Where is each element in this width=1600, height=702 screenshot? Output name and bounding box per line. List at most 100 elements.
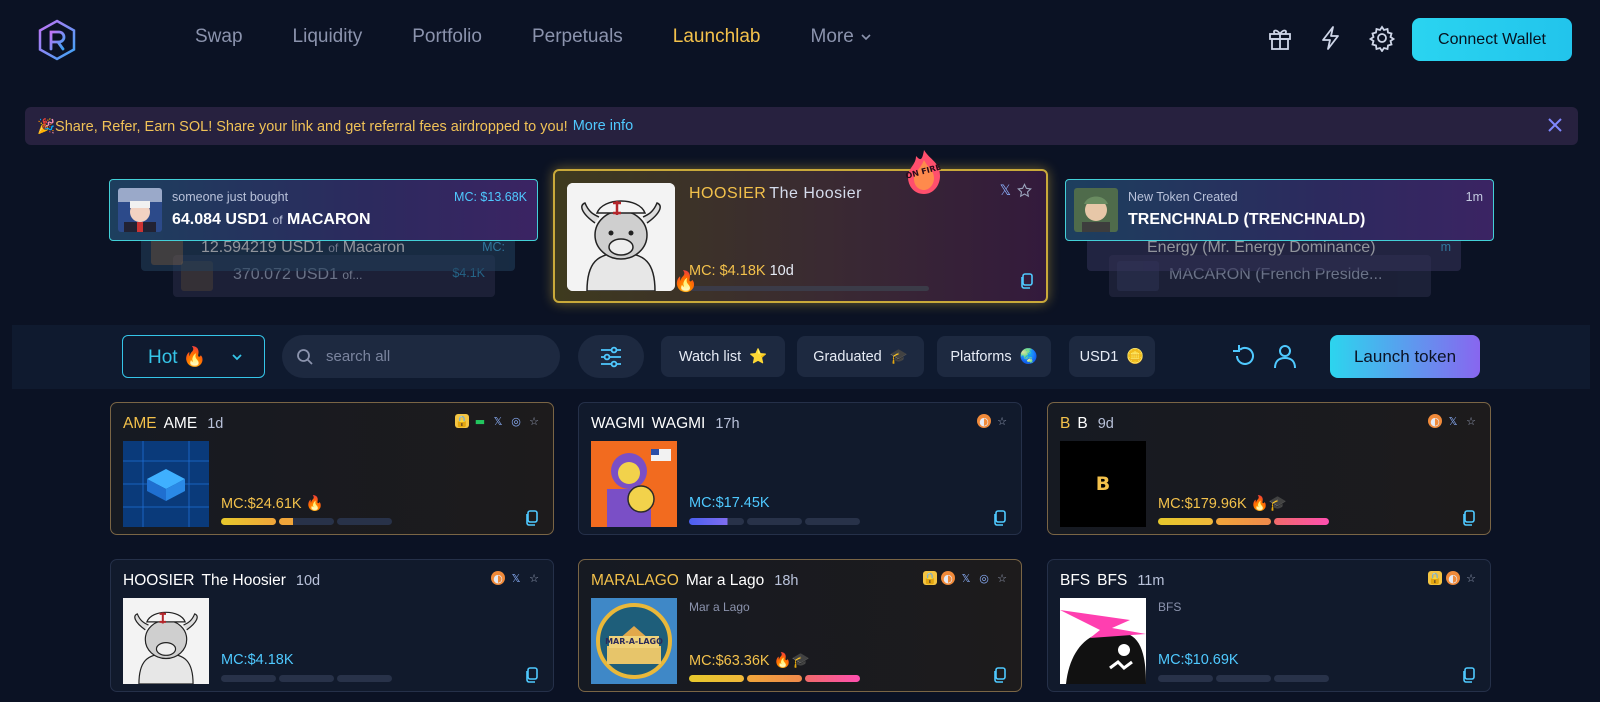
token-image: MAR-A-LAGO: [591, 598, 677, 684]
platform-icon[interactable]: ◐: [1428, 414, 1442, 428]
star-icon[interactable]: ☆: [1464, 414, 1478, 428]
lightning-icon[interactable]: [1317, 24, 1345, 52]
token-card-b[interactable]: B B 9d ◐ 𝕏 ☆ B MC:$179.96K 🔥🎓: [1047, 402, 1491, 535]
gear-icon[interactable]: [1368, 24, 1396, 52]
token-image: [567, 183, 675, 291]
sliders-icon: [601, 346, 621, 367]
platform-icon[interactable]: ◐: [1446, 571, 1460, 585]
copy-icon[interactable]: [1020, 273, 1034, 289]
filter-button[interactable]: [578, 335, 644, 378]
x-twitter-icon[interactable]: 𝕏: [1000, 183, 1011, 199]
watch-list-chip[interactable]: Watch list ⭐: [661, 336, 785, 377]
svg-text:MAR-A-LAGO: MAR-A-LAGO: [605, 637, 663, 646]
platform-icon[interactable]: ◐: [491, 571, 505, 585]
token-image: B: [1060, 441, 1146, 527]
bonding-progress: [1158, 675, 1329, 682]
referral-banner: 🎉Share, Refer, Earn SOL! Share your link…: [25, 107, 1578, 145]
platform-icon[interactable]: 🔒: [455, 414, 469, 428]
nav-perpetuals[interactable]: Perpetuals: [532, 26, 623, 48]
on-fire-badge: ON FIRE: [900, 148, 948, 196]
gift-icon[interactable]: [1266, 24, 1294, 52]
x-twitter-icon[interactable]: 𝕏: [1446, 414, 1460, 428]
star-icon[interactable]: ☆: [995, 571, 1009, 585]
avatar: [118, 188, 162, 232]
copy-icon[interactable]: [525, 510, 539, 526]
usd1-chip[interactable]: USD1 🪙: [1069, 336, 1155, 377]
token-card-bfs[interactable]: BFS BFS 11m 🔒 ◐ ☆ BFS MC:$10.69K: [1047, 559, 1491, 692]
nav-liquidity[interactable]: Liquidity: [293, 26, 363, 48]
token-card-maralago[interactable]: MARALAGO Mar a Lago 18h 🔒 ◐ 𝕏 ◎ ☆ MAR-A-LA…: [578, 559, 1022, 692]
new-token-ticker-front[interactable]: New Token Created TRENCHNALD (TRENCHNALD…: [1065, 179, 1494, 241]
copy-icon[interactable]: [1462, 667, 1476, 683]
token-mc: MC:$24.61K 🔥: [221, 496, 324, 512]
token-title: BFS BFS 11m: [1060, 572, 1165, 589]
platform-icon[interactable]: 🔒: [923, 571, 937, 585]
star-icon[interactable]: ☆: [527, 571, 541, 585]
globe-icon[interactable]: ◎: [977, 571, 991, 585]
banner-text: 🎉Share, Refer, Earn SOL! Share your link…: [37, 118, 568, 135]
copy-icon[interactable]: [993, 510, 1007, 526]
star-icon[interactable]: ☆: [527, 414, 541, 428]
token-card-wagmi[interactable]: WAGMI WAGMI 17h ◐ ☆ MC:$17.45K: [578, 402, 1022, 535]
refresh-icon[interactable]: [1231, 342, 1259, 370]
chart-icon[interactable]: ▬: [473, 414, 487, 428]
platform-icon[interactable]: 🔒: [1428, 571, 1442, 585]
search-bar: [282, 335, 560, 378]
ticker-mc: MC:: [482, 240, 505, 254]
nav-portfolio[interactable]: Portfolio: [412, 26, 482, 48]
token-title: WAGMI WAGMI 17h: [591, 415, 740, 432]
token-links: ◐ 𝕏 ☆: [491, 571, 541, 585]
featured-symbol: HOOSIER The Hoosier: [689, 185, 862, 202]
bonding-progress: [689, 518, 860, 525]
featured-actions: 𝕏: [1000, 183, 1032, 199]
graduated-chip[interactable]: Graduated 🎓: [797, 336, 924, 377]
nav-launchlab[interactable]: Launchlab: [673, 26, 761, 48]
x-twitter-icon[interactable]: 𝕏: [959, 571, 973, 585]
x-twitter-icon[interactable]: 𝕏: [491, 414, 505, 428]
copy-icon[interactable]: [525, 667, 539, 683]
user-icon[interactable]: [1271, 342, 1299, 370]
more-info-link[interactable]: More info: [573, 118, 633, 134]
sort-select[interactable]: Hot 🔥: [122, 335, 265, 378]
bonding-progress: [221, 675, 392, 682]
token-title: HOOSIER The Hoosier 10d: [123, 572, 321, 589]
nav-swap[interactable]: Swap: [195, 26, 243, 48]
featured-mc: MC: $4.18K 10d: [689, 263, 794, 279]
top-header: Swap Liquidity Portfolio Perpetuals Laun…: [0, 0, 1600, 80]
token-card-hoosier[interactable]: HOOSIER The Hoosier 10d ◐ 𝕏 ☆ MC:$4.18K: [110, 559, 554, 692]
trade-ticker-front[interactable]: someone just bought 64.084 USD1 of MACAR…: [109, 179, 538, 241]
platforms-chip[interactable]: Platforms 🌏: [937, 336, 1051, 377]
search-input[interactable]: [326, 348, 546, 365]
close-icon[interactable]: [1546, 116, 1564, 134]
globe-icon[interactable]: ◎: [509, 414, 523, 428]
token-image: [1060, 598, 1146, 684]
ticker-age: 1m: [1465, 190, 1483, 204]
nav-more[interactable]: More: [811, 26, 872, 48]
bonding-progress: [689, 675, 860, 682]
ticker-amount: 12.594219 USD1 of Macaron: [201, 239, 405, 256]
launch-token-button[interactable]: Launch token: [1330, 335, 1480, 378]
star-icon[interactable]: ☆: [995, 414, 1009, 428]
star-icon[interactable]: ☆: [1464, 571, 1478, 585]
token-title: B B 9d: [1060, 415, 1114, 432]
x-twitter-icon[interactable]: 𝕏: [509, 571, 523, 585]
search-icon: [297, 348, 313, 365]
token-description: BFS: [1158, 600, 1182, 614]
token-title: MARALAGO Mar a Lago 18h: [591, 572, 799, 589]
star-icon[interactable]: [1017, 183, 1032, 198]
token-links: 🔒 ◐ 𝕏 ◎ ☆: [923, 571, 1009, 585]
token-links: ◐ 𝕏 ☆: [1428, 414, 1478, 428]
chevron-down-icon: [861, 34, 871, 41]
bonding-progress-bar: [689, 286, 929, 291]
featured-token-card[interactable]: HOOSIER The Hoosier 𝕏 MC: $4.18K 10d 🔥: [553, 169, 1048, 303]
platform-icon[interactable]: ◐: [941, 571, 955, 585]
connect-wallet-button[interactable]: Connect Wallet: [1412, 18, 1572, 61]
token-mc: MC:$17.45K: [689, 495, 770, 511]
raydium-logo[interactable]: [36, 19, 78, 61]
bonding-progress: [1158, 518, 1329, 525]
platform-icon[interactable]: ◐: [977, 414, 991, 428]
copy-icon[interactable]: [993, 667, 1007, 683]
copy-icon[interactable]: [1462, 510, 1476, 526]
token-mc: MC:$63.36K 🔥🎓: [689, 653, 810, 669]
token-card-ame[interactable]: AME AME 1d 🔒 ▬ 𝕏 ◎ ☆ MC:$24.61K 🔥: [110, 402, 554, 535]
